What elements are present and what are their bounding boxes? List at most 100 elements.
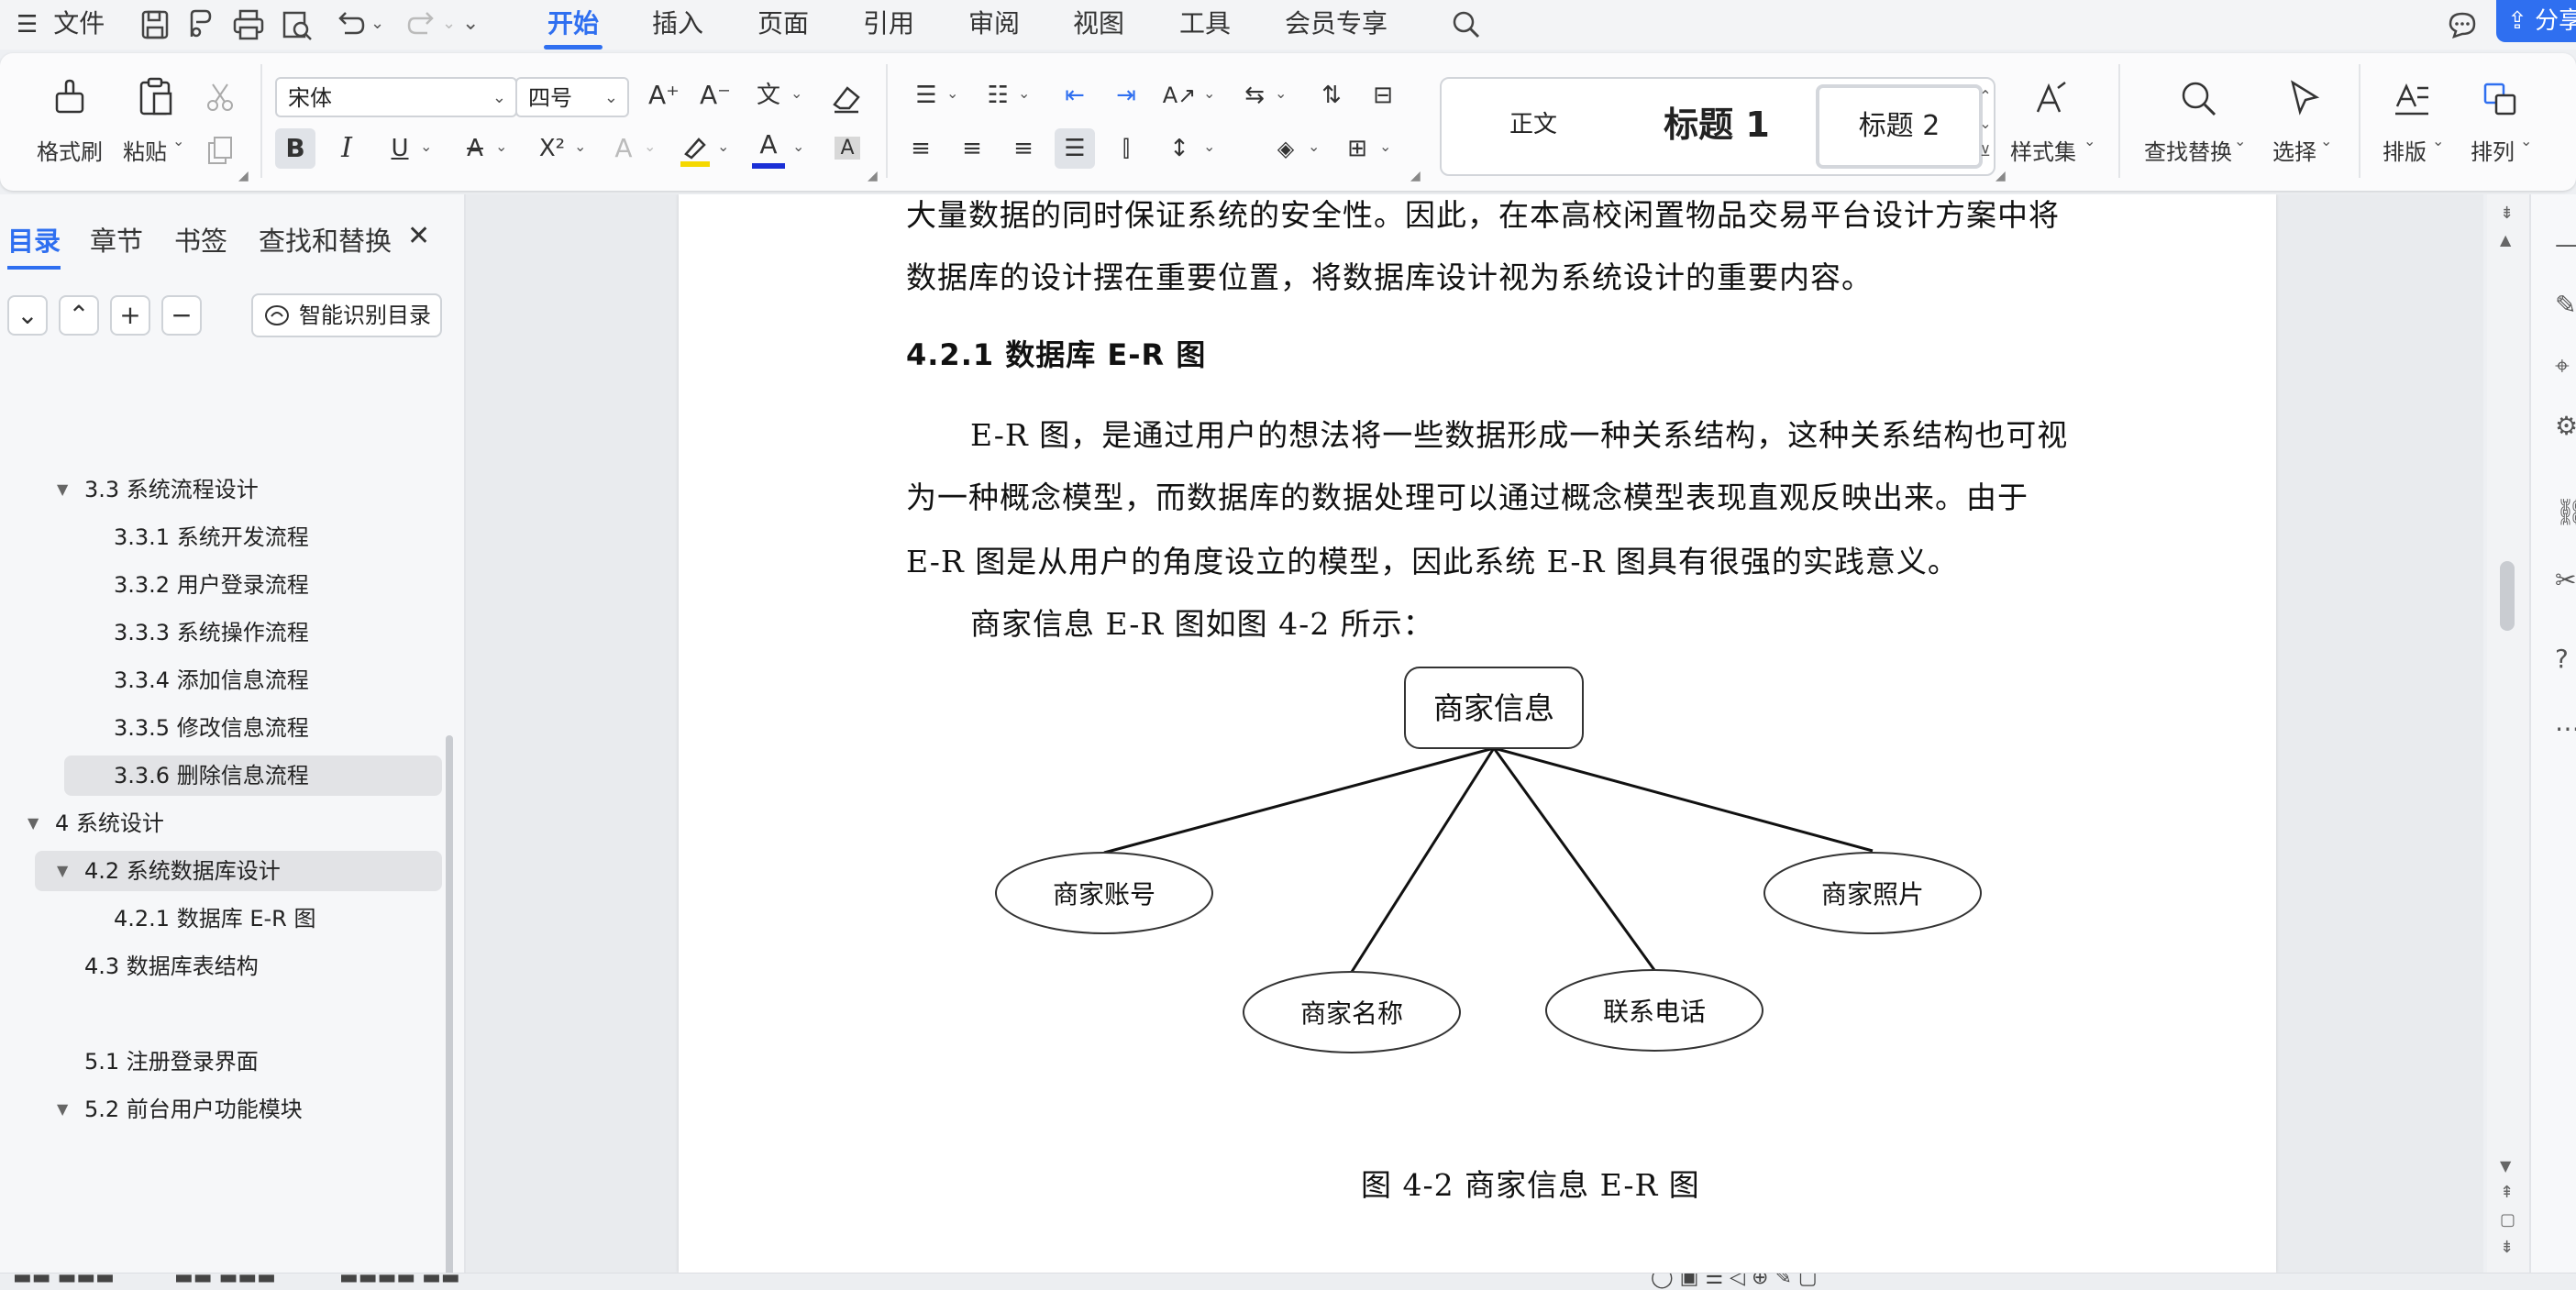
style-heading-1[interactable]: 标题 1 xyxy=(1625,79,1808,171)
style-gallery-scroll-icons[interactable]: ⌃ ⌄ ⊻ xyxy=(1977,83,1994,165)
prev-page-icon[interactable]: ⇞ xyxy=(2500,1183,2514,1202)
tab-toc[interactable]: 目录 xyxy=(7,220,61,270)
strikethrough-dropdown-icon[interactable]: ⌄ xyxy=(495,138,507,155)
arrange-dropdown-icon[interactable]: ⌄ xyxy=(2520,132,2532,149)
scroll-down-icon[interactable]: ▼ xyxy=(2500,1157,2511,1174)
toc-item-selected[interactable]: 3.3.6 删除信息流程 xyxy=(64,755,442,796)
toc-item[interactable]: 3.3 系统流程设计 xyxy=(84,469,259,510)
bullet-list-icon[interactable]: ☰ xyxy=(906,75,946,116)
highlight-icon[interactable] xyxy=(677,132,713,169)
undo-dropdown-icon[interactable]: ⌄ xyxy=(370,0,384,50)
browse-object-icon[interactable]: ▢ xyxy=(2500,1210,2515,1229)
search-icon[interactable] xyxy=(1447,6,1486,44)
ltr-dropdown-icon[interactable]: ⌄ xyxy=(1275,84,1287,102)
distribute-icon[interactable]: ⫿ xyxy=(1106,128,1146,169)
bullet-dropdown-icon[interactable]: ⌄ xyxy=(946,84,958,102)
tab-bookmarks[interactable]: 书签 xyxy=(174,220,227,259)
underline-button[interactable]: U xyxy=(380,128,420,169)
tab-find-replace[interactable]: 查找和替换 xyxy=(259,220,392,259)
save-icon[interactable] xyxy=(136,6,174,44)
add-heading-button[interactable]: + xyxy=(110,295,150,336)
tools-icon[interactable]: ✂ xyxy=(2555,565,2576,595)
paste-label[interactable]: 粘贴 xyxy=(123,134,167,166)
collapse-triangle-icon[interactable]: ▼ xyxy=(28,814,39,832)
view-mode-icons[interactable]: ◯ ▣ ☰ ◁ ⊕ ✎ ▢ xyxy=(1651,1273,1818,1289)
decrease-indent-icon[interactable]: ⇤ xyxy=(1055,75,1095,116)
share-button[interactable]: ⇪ 分享 xyxy=(2496,0,2576,42)
style-set-label[interactable]: 样式集 xyxy=(2010,134,2076,166)
tab-home[interactable]: 开始 xyxy=(543,0,603,50)
toc-item[interactable]: 4.3 数据库表结构 xyxy=(84,946,259,987)
print-icon[interactable] xyxy=(229,6,268,44)
justify-icon[interactable]: ☰ xyxy=(1055,128,1095,169)
help-icon[interactable]: ? xyxy=(2555,644,2569,674)
collapse-triangle-icon[interactable]: ▼ xyxy=(57,862,68,879)
tab-insert[interactable]: 插入 xyxy=(652,0,703,50)
italic-button[interactable]: I xyxy=(326,128,367,169)
toc-item[interactable]: 3.3.5 修改信息流程 xyxy=(114,708,309,748)
grow-font-icon[interactable]: A⁺ xyxy=(644,75,684,116)
font-color-dropdown-icon[interactable]: ⌄ xyxy=(792,138,804,155)
select-dropdown-icon[interactable]: ⌄ xyxy=(2320,132,2332,149)
smart-toc-button[interactable]: 智能识别目录 xyxy=(251,293,442,337)
font-color-button[interactable]: A xyxy=(748,125,789,165)
style-set-icon[interactable] xyxy=(2030,79,2071,119)
toc-item[interactable]: 3.3.4 添加信息流程 xyxy=(114,660,309,700)
page-count-indicator[interactable]: ▬▬ ▬▬▬ xyxy=(13,1273,115,1289)
toc-item[interactable]: 3.3.3 系统操作流程 xyxy=(114,612,309,653)
align-center-icon[interactable]: ≡ xyxy=(952,128,992,169)
text-direction-icon[interactable]: A↗ xyxy=(1159,75,1200,116)
font-launcher-icon[interactable]: ◢ xyxy=(868,169,878,183)
select-cursor-icon[interactable] xyxy=(2283,77,2326,119)
spell-check-indicator[interactable]: ▬▬▬▬ ▬▬ xyxy=(339,1273,460,1289)
find-replace-label[interactable]: 查找替换 xyxy=(2144,134,2232,166)
style-heading-2[interactable]: 标题 2 xyxy=(1816,84,1983,169)
text-effect-dropdown-icon[interactable]: ⌄ xyxy=(644,138,656,155)
toc-item[interactable]: 4.2.1 数据库 E-R 图 xyxy=(114,899,315,939)
toc-item[interactable]: 3.3.2 用户登录流程 xyxy=(114,565,309,605)
toc-scrollbar[interactable] xyxy=(446,735,453,1285)
toc-item-current[interactable]: 4.2 系统数据库设计 xyxy=(84,851,281,891)
format-painter-icon[interactable] xyxy=(50,77,90,117)
align-right-icon[interactable]: ≡ xyxy=(1003,128,1044,169)
document-scrollbar-thumb[interactable] xyxy=(2500,561,2515,631)
align-left-icon[interactable]: ≡ xyxy=(901,128,941,169)
find-replace-dropdown-icon[interactable]: ⌄ xyxy=(2234,132,2246,149)
print-preview-icon[interactable] xyxy=(277,6,315,44)
tab-review[interactable]: 审阅 xyxy=(968,0,1020,50)
phonetic-dropdown-icon[interactable]: ⌄ xyxy=(790,84,802,102)
paragraph-launcher-icon[interactable]: ◢ xyxy=(1410,169,1421,183)
highlight-dropdown-icon[interactable]: ⌄ xyxy=(717,138,729,155)
select-label[interactable]: 选择 xyxy=(2272,134,2316,166)
tab-view[interactable]: 视图 xyxy=(1073,0,1124,50)
shading-dropdown-icon[interactable]: ⌄ xyxy=(1308,138,1320,155)
collapse-button[interactable]: ⌃ xyxy=(59,295,99,336)
font-size-select[interactable]: 四号 ⌄ xyxy=(515,77,629,117)
more-icon[interactable]: ⋯ xyxy=(2555,713,2576,744)
toc-item[interactable]: 4 系统设计 xyxy=(55,803,164,843)
paste-dropdown-icon[interactable]: ⌄ xyxy=(172,132,184,149)
clear-format-icon[interactable] xyxy=(829,81,864,116)
font-name-select[interactable]: 宋体 ⌄ xyxy=(275,77,517,117)
settings-slider-icon[interactable]: ⚙ xyxy=(2555,411,2576,441)
increase-indent-icon[interactable]: ⇥ xyxy=(1106,75,1146,116)
text-effect-button[interactable]: A xyxy=(603,128,644,169)
sort-icon[interactable]: ⇅ xyxy=(1311,75,1352,116)
style-normal[interactable]: 正文 xyxy=(1442,79,1625,171)
chat-icon[interactable] xyxy=(2443,6,2482,44)
typeset-dropdown-icon[interactable]: ⌄ xyxy=(2432,132,2444,149)
arrange-label[interactable]: 排列 xyxy=(2471,134,2515,166)
toc-item[interactable]: 5.1 注册登录界面 xyxy=(84,1042,259,1082)
line-spacing-dropdown-icon[interactable]: ⌄ xyxy=(1203,138,1215,155)
shading-fill-icon[interactable]: ◈ xyxy=(1266,128,1306,169)
typeset-icon[interactable] xyxy=(2392,79,2432,119)
redo-icon[interactable] xyxy=(404,6,442,44)
redo-dropdown-icon[interactable]: ⌄ xyxy=(442,0,456,50)
cursor-icon[interactable]: ⌖ xyxy=(2555,350,2570,381)
more-quick-access-icon[interactable]: ⌄ xyxy=(462,0,479,50)
cut-icon[interactable] xyxy=(204,81,237,114)
file-menu[interactable]: ☰ 文件 xyxy=(17,0,105,50)
word-count-indicator[interactable]: ▬▬ ▬▬▬ xyxy=(174,1273,276,1289)
document-page[interactable]: 大量数据的同时保证系统的安全性。因此，在本高校闲置物品交易平台设计方案中将 数据… xyxy=(679,194,2276,1273)
tab-chapters[interactable]: 章节 xyxy=(90,220,143,259)
